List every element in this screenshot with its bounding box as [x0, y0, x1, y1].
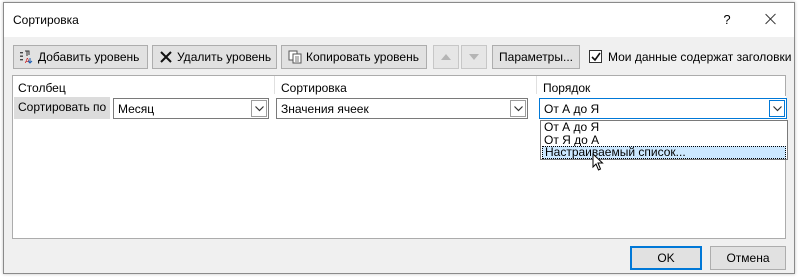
- delete-x-icon: [159, 50, 173, 64]
- sort-on-combo-value: Значения ячеек: [281, 102, 369, 116]
- sort-dialog: Сортировка ? A Добавить уровень Удалить …: [3, 2, 795, 274]
- column-header-order: Порядок: [543, 81, 591, 95]
- column-separator: [536, 76, 537, 94]
- triangle-up-icon: [441, 54, 451, 60]
- add-level-label: Добавить уровень: [38, 50, 140, 64]
- column-combo[interactable]: Месяц: [113, 98, 269, 119]
- headers-checkbox[interactable]: [589, 50, 602, 63]
- delete-level-button[interactable]: Удалить уровень: [152, 45, 277, 69]
- chevron-down-icon: [773, 106, 782, 112]
- order-dropdown-button[interactable]: [769, 100, 785, 117]
- move-down-button[interactable]: [461, 45, 487, 69]
- cancel-label: Отмена: [726, 251, 770, 265]
- copy-icon: [288, 50, 302, 64]
- options-button[interactable]: Параметры...: [492, 45, 580, 69]
- chevron-down-icon: [514, 106, 523, 112]
- column-header-column: Столбец: [18, 81, 66, 95]
- order-dropdown-list: От А до Я От Я до А Настраиваемый список…: [540, 120, 788, 160]
- options-label: Параметры...: [499, 50, 573, 64]
- triangle-down-icon: [469, 54, 479, 60]
- copy-level-label: Копировать уровень: [306, 50, 419, 64]
- order-combo[interactable]: От А до Я: [539, 98, 787, 119]
- ok-label: OK: [657, 251, 675, 265]
- order-option-custom-list[interactable]: Настраиваемый список...: [542, 146, 786, 159]
- column-separator: [274, 76, 275, 94]
- title-bar: Сортировка ?: [4, 3, 794, 37]
- checkmark-icon: [591, 52, 601, 62]
- order-combo-value: От А до Я: [544, 102, 600, 116]
- mouse-pointer-icon: [592, 152, 604, 174]
- delete-level-label: Удалить уровень: [177, 50, 272, 64]
- column-dropdown-button[interactable]: [251, 100, 267, 117]
- copy-level-button[interactable]: Копировать уровень: [281, 45, 427, 69]
- ok-button[interactable]: OK: [630, 246, 702, 270]
- column-combo-value: Месяц: [118, 102, 155, 116]
- dialog-title: Сортировка: [13, 13, 79, 27]
- close-icon[interactable]: [761, 8, 781, 30]
- add-level-button[interactable]: A Добавить уровень: [13, 45, 148, 69]
- sort-on-combo[interactable]: Значения ячеек: [276, 98, 528, 119]
- move-up-button[interactable]: [433, 45, 459, 69]
- cancel-button[interactable]: Отмена: [710, 246, 786, 270]
- column-header-sort-on: Сортировка: [281, 81, 347, 95]
- sort-by-label: Сортировать по: [14, 97, 110, 119]
- headers-checkbox-label: Мои данные содержат заголовки: [608, 50, 792, 64]
- chevron-down-icon: [255, 106, 264, 112]
- sort-levels-grid: Столбец Сортировка Порядок Сортировать п…: [12, 75, 788, 239]
- help-button[interactable]: ?: [720, 12, 734, 27]
- add-level-icon: A: [20, 50, 34, 65]
- sort-on-dropdown-button[interactable]: [510, 100, 526, 117]
